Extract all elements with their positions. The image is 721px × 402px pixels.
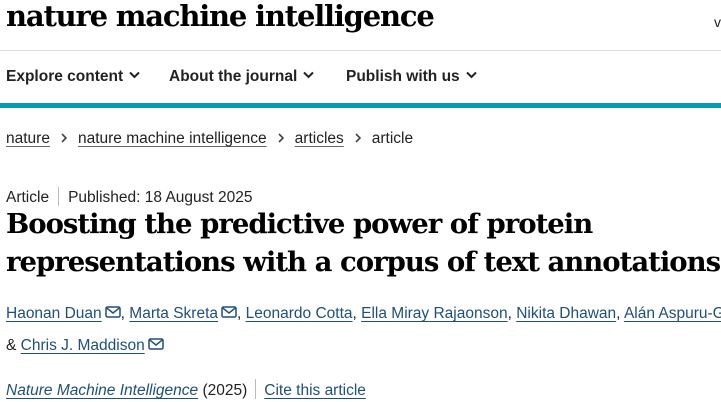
breadcrumb-current: article [371, 130, 414, 147]
article-type: Article [6, 189, 50, 206]
chevron-right-icon [355, 133, 361, 143]
published-date: Published: 18 August 2025 [68, 189, 253, 206]
author-link[interactable]: Alán Aspuru-Guzik [624, 305, 721, 322]
author-separator: , [616, 305, 624, 322]
author-separator: , [120, 305, 130, 322]
nav-explore-content[interactable]: Explore content [6, 68, 140, 86]
nav-item-label: About the journal [169, 68, 298, 85]
author-separator: & [6, 337, 21, 354]
breadcrumb-articles[interactable]: articles [295, 130, 344, 147]
journal-link[interactable]: Nature Machine Intelligence [6, 382, 198, 399]
author-separator: , [237, 305, 246, 322]
nav-item-label: Explore content [6, 68, 124, 85]
author-separator: , [352, 305, 362, 322]
citation-divider [255, 379, 257, 399]
nav-about-journal[interactable]: About the journal [169, 68, 315, 86]
chevron-right-icon [61, 133, 68, 143]
author-list: Haonan Duan, Marta Skreta, Leonardo Cott… [6, 298, 721, 362]
chevron-down-icon [465, 71, 477, 79]
breadcrumb-journal[interactable]: nature machine intelligence [78, 130, 267, 147]
author-link[interactable]: Chris J. Maddison [21, 337, 145, 354]
breadcrumb-nature[interactable]: nature [6, 130, 50, 147]
email-icon[interactable] [104, 306, 121, 318]
author-link[interactable]: Leonardo Cotta [246, 305, 353, 322]
article-title: Boosting the predictive power of protein… [6, 208, 721, 278]
author-separator: , [507, 305, 517, 322]
author-link[interactable]: Ella Miray Rajaonson [361, 305, 507, 322]
author-link[interactable]: Nikita Dhawan [516, 305, 616, 322]
nav-item-label: Publish with us [346, 68, 460, 85]
author-link[interactable]: Haonan Duan [6, 305, 102, 322]
chevron-right-icon [278, 133, 284, 143]
meta-divider [58, 187, 60, 206]
chevron-down-icon [129, 71, 140, 79]
citation-line: Nature Machine Intelligence (2025) Cite t… [6, 379, 366, 400]
header-cutoff-text[interactable]: v [714, 14, 721, 30]
chevron-down-icon [303, 71, 315, 79]
nav-publish-with-us[interactable]: Publish with us [346, 68, 477, 86]
email-icon[interactable] [221, 306, 237, 318]
author-link[interactable]: Marta Skreta [129, 305, 218, 322]
journal-logo[interactable]: nature machine intelligence [6, 0, 435, 33]
site-header: nature machine intelligence v [0, 0, 721, 51]
article-meta: Article Published: 18 August 2025 [6, 187, 253, 207]
cite-this-article-link[interactable]: Cite this article [264, 382, 366, 399]
main-nav: Explore content About the journal Publis… [0, 51, 721, 103]
publication-year: (2025) [202, 382, 248, 399]
breadcrumb: nature nature machine intelligence article… [6, 130, 413, 148]
nav-accent-bar [0, 103, 721, 108]
email-icon[interactable] [147, 338, 164, 350]
